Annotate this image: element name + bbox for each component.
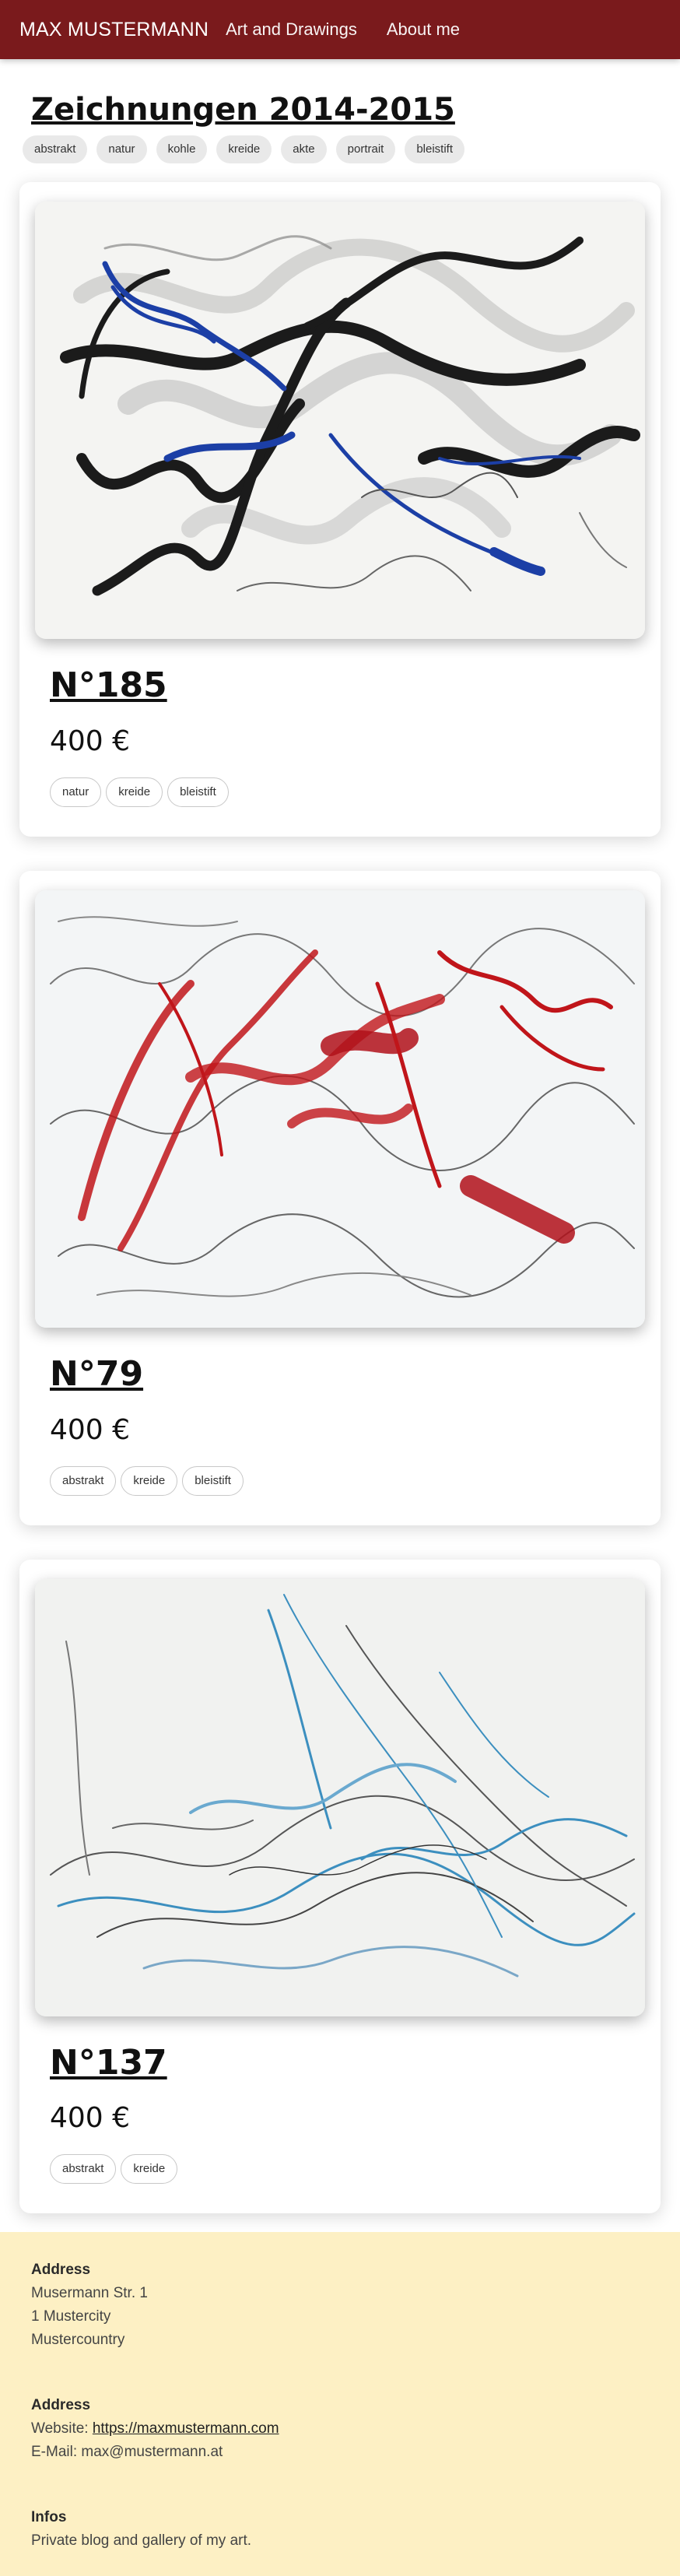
tag-bleistift[interactable]: bleistift: [167, 777, 229, 807]
footer-website: Website: https://maxmustermann.com: [31, 2417, 649, 2441]
filter-chip-natur[interactable]: natur: [96, 135, 147, 163]
footer-contact: Address Website: https://maxmustermann.c…: [31, 2397, 649, 2464]
artwork-price: 400 €: [50, 2102, 131, 2135]
filter-chip-kreide[interactable]: kreide: [216, 135, 272, 163]
artwork-image[interactable]: [35, 890, 645, 1328]
tag-kreide[interactable]: kreide: [121, 1465, 178, 1496]
artwork-card: N°137 400 € abstrakt kreide: [19, 1559, 661, 2214]
footer-address-country: Mustercountry: [31, 2332, 125, 2349]
filter-chip-bleistift[interactable]: bleistift: [405, 135, 465, 163]
artwork-price: 400 €: [50, 725, 131, 757]
footer-website-label: Website:: [31, 2420, 93, 2437]
page-title: Zeichnungen 2014-2015: [31, 92, 455, 128]
artwork-title[interactable]: N°137: [50, 2043, 167, 2084]
footer-address-city: 1 Mustercity: [31, 2308, 111, 2325]
footer-address: Address Musermann Str. 1 1 Mustercity Mu…: [31, 2262, 649, 2352]
tag-abstrakt[interactable]: abstrakt: [50, 1465, 117, 1496]
footer-infos: Infos Private blog and gallery of my art…: [31, 2509, 649, 2553]
nav-link-about-me[interactable]: About me: [387, 19, 460, 40]
tag-kreide[interactable]: kreide: [106, 777, 163, 807]
nav-link-art-and-drawings[interactable]: Art and Drawings: [226, 19, 357, 40]
filter-chip-akte[interactable]: akte: [281, 135, 327, 163]
artwork-title[interactable]: N°79: [50, 1354, 143, 1395]
tag-natur[interactable]: natur: [50, 777, 102, 807]
footer-website-link[interactable]: https://maxmustermann.com: [93, 2420, 279, 2437]
tag-bleistift[interactable]: bleistift: [182, 1465, 244, 1496]
footer-address-heading: Address: [31, 2262, 91, 2279]
artwork-tags: abstrakt kreide: [50, 2154, 645, 2185]
footer-infos-heading: Infos: [31, 2509, 67, 2526]
tag-kreide[interactable]: kreide: [121, 2154, 178, 2185]
artwork-price: 400 €: [50, 1413, 131, 1446]
artwork-card: N°185 400 € natur kreide bleistift: [19, 182, 661, 837]
filter-chip-abstrakt[interactable]: abstrakt: [23, 135, 88, 163]
filter-chip-kohle[interactable]: kohle: [156, 135, 208, 163]
brand-link[interactable]: MAX MUSTERMANN: [19, 19, 209, 41]
footer-contact-heading: Address: [31, 2397, 91, 2414]
footer-email: E-Mail: max@mustermann.at: [31, 2444, 223, 2461]
top-navbar: MAX MUSTERMANN Art and Drawings About me: [0, 0, 680, 59]
artwork-tags: natur kreide bleistift: [50, 777, 645, 807]
category-filter-bar: abstrakt natur kohle kreide akte portrai…: [23, 135, 680, 163]
filter-chip-portrait[interactable]: portrait: [335, 135, 396, 163]
footer-address-street: Musermann Str. 1: [31, 2285, 148, 2302]
artwork-image[interactable]: [35, 202, 645, 639]
artwork-card: N°79 400 € abstrakt kreide bleistift: [19, 870, 661, 1525]
footer-infos-text: Private blog and gallery of my art.: [31, 2532, 252, 2550]
tag-abstrakt[interactable]: abstrakt: [50, 2154, 117, 2185]
artwork-tags: abstrakt kreide bleistift: [50, 1465, 645, 1496]
site-footer: Address Musermann Str. 1 1 Mustercity Mu…: [0, 2232, 680, 2576]
artwork-title[interactable]: N°185: [50, 665, 167, 707]
artwork-image[interactable]: [35, 1578, 645, 2016]
